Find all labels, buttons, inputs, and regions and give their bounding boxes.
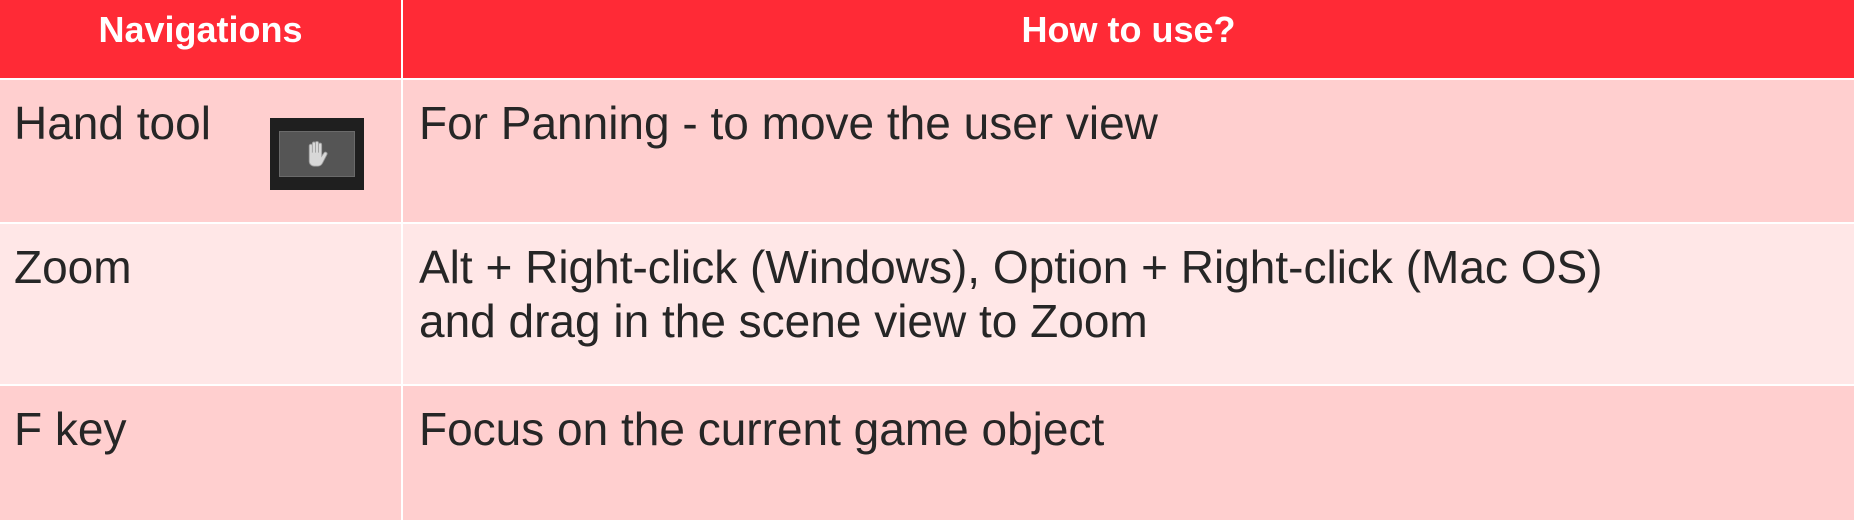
table-row: F key Focus on the current game object <box>0 386 1854 520</box>
description-line: and drag in the scene view to Zoom <box>419 295 1148 347</box>
column-divider <box>401 80 403 520</box>
row-name-zoom: Zoom <box>14 241 132 293</box>
description-line: For Panning - to move the user view <box>419 97 1158 149</box>
navigation-table: Navigations How to use? Hand tool For Pa… <box>0 0 1854 520</box>
row-desc-zoom: Alt + Right-click (Windows), Option + Ri… <box>403 224 1854 348</box>
header-navigations: Navigations <box>98 9 303 50</box>
table-header: Navigations How to use? <box>0 0 1854 78</box>
header-divider <box>401 0 403 78</box>
table-row: Hand tool For Panning - to move the user… <box>0 80 1854 222</box>
hand-tool-button <box>270 118 364 190</box>
row-desc-hand-tool: For Panning - to move the user view <box>403 80 1854 150</box>
header-how-to-use: How to use? <box>1021 9 1236 50</box>
row-desc-f-key: Focus on the current game object <box>403 386 1854 456</box>
table-row: Zoom Alt + Right-click (Windows), Option… <box>0 224 1854 384</box>
row-name-f-key: F key <box>14 403 127 455</box>
hand-icon <box>308 141 328 167</box>
description-line: Alt + Right-click (Windows), Option + Ri… <box>419 241 1603 293</box>
description-line: Focus on the current game object <box>419 403 1105 455</box>
